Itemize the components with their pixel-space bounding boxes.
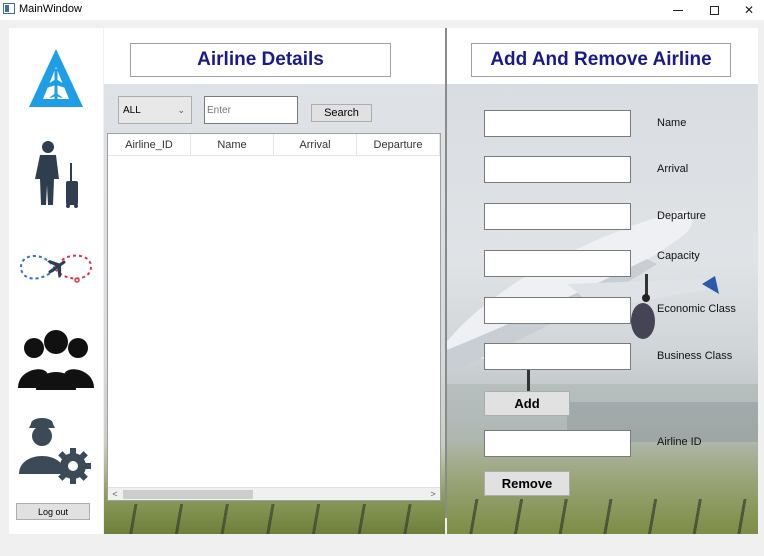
minimize-icon (673, 9, 683, 11)
table-header: Airline_ID Name Arrival Departure (108, 134, 440, 156)
search-input[interactable] (204, 96, 298, 124)
arrival-field[interactable] (484, 156, 631, 183)
sidebar: Log out (9, 28, 103, 534)
flight-route-icon (19, 254, 93, 283)
airline-table: Airline_ID Name Arrival Departure < > (107, 133, 441, 501)
window-title: MainWindow (19, 3, 82, 15)
traveler-luggage-icon (35, 141, 78, 208)
add-remove-airline-panel: Add And Remove Airline Name Arrival Depa… (447, 28, 758, 534)
scrollbar-thumb[interactable] (123, 490, 253, 499)
airline-id-label: Airline ID (657, 436, 702, 448)
economic-class-label: Economic Class (657, 303, 736, 315)
airline-id-field[interactable] (484, 430, 631, 457)
search-button[interactable]: Search (311, 104, 372, 122)
title-bar: MainWindow ✕ (0, 0, 764, 20)
column-header-arrival[interactable]: Arrival (274, 134, 357, 155)
name-field[interactable] (484, 110, 631, 137)
sidebar-item-passengers[interactable] (15, 138, 97, 210)
sidebar-item-airline[interactable] (15, 42, 97, 114)
capacity-label: Capacity (657, 250, 700, 262)
column-header-name[interactable]: Name (191, 134, 274, 155)
economic-class-field[interactable] (484, 297, 631, 324)
add-button[interactable]: Add (484, 391, 570, 416)
column-header-airline-id[interactable]: Airline_ID (108, 134, 191, 155)
airline-details-body: ALL ⌄ Search Airline_ID Name Arrival Dep… (104, 84, 445, 534)
name-label: Name (657, 117, 687, 129)
close-icon: ✕ (743, 3, 755, 17)
business-class-label: Business Class (657, 350, 733, 362)
close-button[interactable]: ✕ (732, 0, 764, 20)
departure-label: Departure (657, 210, 706, 222)
filter-dropdown[interactable]: ALL ⌄ (118, 96, 192, 124)
arrival-label: Arrival (657, 163, 689, 175)
logout-button[interactable]: Log out (16, 503, 90, 520)
maximize-icon (709, 5, 719, 15)
background-fence (104, 504, 445, 534)
scroll-left-icon[interactable]: < (108, 488, 122, 500)
maximize-button[interactable] (697, 0, 731, 20)
minimize-button[interactable] (661, 0, 695, 20)
admin-settings-icon (19, 418, 91, 484)
background-fence (447, 499, 758, 534)
app-window-icon (3, 3, 15, 14)
sidebar-item-flights[interactable] (15, 231, 97, 303)
departure-field[interactable] (484, 203, 631, 230)
filter-selected-value: ALL (123, 104, 141, 116)
airline-details-panel: Airline Details ALL ⌄ Search Airline_ID … (104, 28, 445, 534)
airline-details-title: Airline Details (130, 43, 391, 77)
chevron-down-icon: ⌄ (177, 105, 185, 115)
add-remove-airline-title: Add And Remove Airline (471, 43, 731, 77)
scroll-right-icon[interactable]: > (426, 488, 440, 500)
airline-logo-icon (29, 49, 83, 107)
capacity-field[interactable] (484, 250, 631, 277)
users-group-icon (18, 330, 94, 390)
sidebar-item-admin[interactable] (15, 416, 97, 488)
column-header-departure[interactable]: Departure (357, 134, 440, 155)
horizontal-scrollbar[interactable]: < > (108, 487, 440, 500)
add-remove-airline-body: Name Arrival Departure Capacity Economic… (447, 84, 758, 534)
business-class-field[interactable] (484, 343, 631, 370)
remove-button[interactable]: Remove (484, 471, 570, 496)
sidebar-item-users[interactable] (15, 323, 97, 395)
